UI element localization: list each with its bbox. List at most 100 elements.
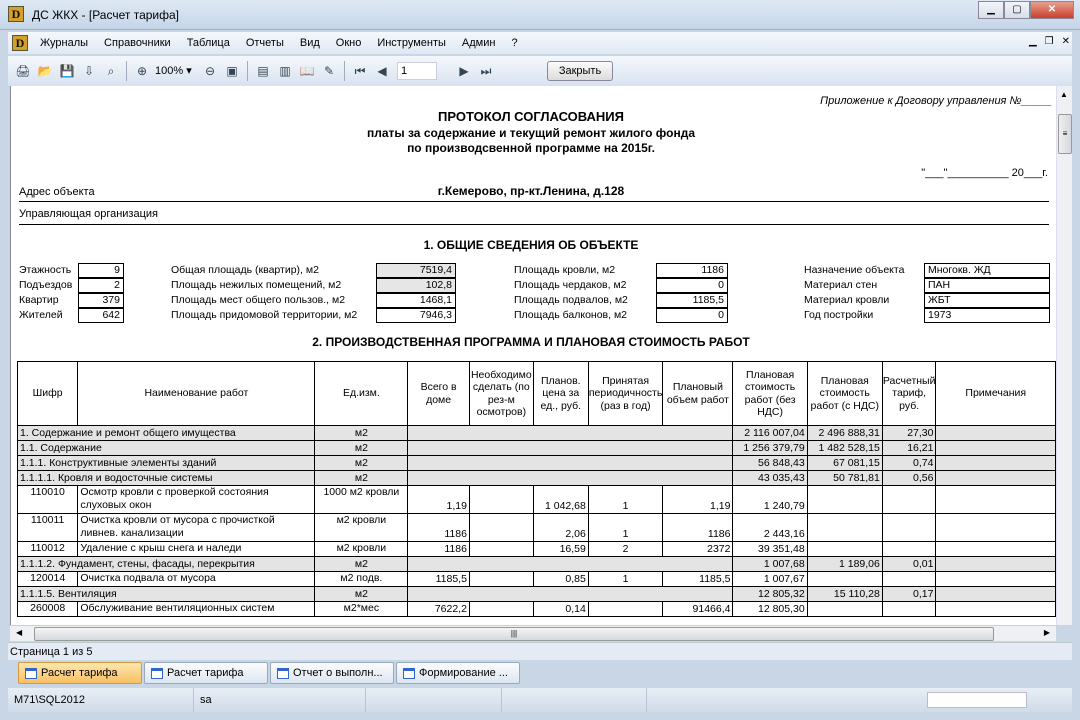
open-icon[interactable]: 📂	[35, 61, 55, 81]
table-cell: 110010	[16, 485, 79, 514]
menu-references[interactable]: Справочники	[96, 37, 179, 49]
export-icon[interactable]: ⇩	[79, 61, 99, 81]
column-header: Плановый объем работ	[662, 361, 734, 426]
scroll-left-icon[interactable]: ◀	[16, 628, 22, 637]
report-preview: Приложение к Договору управления №_____ …	[10, 86, 1056, 625]
prev-page-icon[interactable]: ◀	[372, 61, 392, 81]
table-cell: 7622,2	[407, 601, 470, 617]
zoom-value: 100%	[155, 65, 184, 77]
mdi-minimize-button[interactable]: ▁	[1029, 36, 1037, 47]
info-value: 642	[78, 308, 124, 323]
info-label: Общая площадь (квартир), м2	[171, 264, 319, 276]
table-cell	[587, 601, 664, 617]
menu-tools[interactable]: Инструменты	[369, 37, 454, 49]
menu-window[interactable]: Окно	[328, 37, 370, 49]
table-cell: 16,59	[532, 541, 589, 557]
edit-icon[interactable]: ✎	[319, 61, 339, 81]
info-value: 102,8	[376, 278, 456, 293]
table-cell: Удаление с крыш снега и наледи	[77, 541, 316, 557]
page-view-icon[interactable]: ▣	[222, 61, 242, 81]
menu-view[interactable]: Вид	[292, 37, 328, 49]
table-cell	[935, 541, 1056, 557]
book-icon[interactable]: 📖	[297, 61, 317, 81]
info-value: Многокв. ЖД	[924, 263, 1050, 278]
table-cell: 43 035,43	[732, 470, 808, 486]
toolbar: 🖨 📂 💾 ⇩ ⌕ ⊕ 100% ▾ ⊖ ▣ ▤ ▥ 📖 ✎ ⏮ ◀ 1 ▶ ⏭…	[8, 56, 1072, 86]
table-cell	[935, 470, 1056, 486]
menu-admin[interactable]: Админ	[454, 37, 504, 49]
tab-forming[interactable]: Формирование ...	[396, 662, 520, 684]
tab-label: Расчет тарифа	[167, 667, 244, 679]
table-cell: 1 007,68	[732, 556, 808, 572]
table-cell: 1.1.1. Конструктивные элементы зданий	[16, 455, 316, 471]
table-cell: м2*мес	[314, 601, 409, 617]
table-cell: 120014	[16, 571, 79, 587]
table-cell	[806, 601, 883, 617]
table-cell: 1. Содержание и ремонт общего имущества	[16, 425, 316, 441]
column-header: Необходимо сделать (по рез-м осмотров)	[468, 361, 534, 426]
tab-tariff-calc[interactable]: Расчет тарифа	[144, 662, 268, 684]
table-cell	[468, 485, 534, 514]
menu-reports[interactable]: Отчеты	[238, 37, 292, 49]
horizontal-scroll-thumb[interactable]: |||	[34, 627, 994, 641]
table-cell: 12 805,30	[732, 601, 808, 617]
appendix-text: Приложение к Договору управления №_____	[820, 95, 1052, 107]
menu-help[interactable]: ?	[503, 37, 525, 49]
server-status: M71\SQL2012	[8, 688, 194, 712]
print-icon[interactable]: 🖨	[13, 61, 33, 81]
table-cell: 1	[587, 513, 664, 542]
zoom-in-icon[interactable]: ⊕	[132, 61, 152, 81]
table-cell: 2	[587, 541, 664, 557]
zoom-out-icon[interactable]: ⊖	[200, 61, 220, 81]
column-header: Ед.изм.	[314, 361, 409, 426]
vertical-scrollbar[interactable]: ▲ ≡	[1056, 86, 1072, 625]
table-cell	[407, 586, 734, 602]
table-cell: 1	[587, 485, 664, 514]
mdi-close-button[interactable]: ✕	[1062, 36, 1070, 47]
close-button[interactable]: Закрыть	[547, 61, 613, 81]
group-row: 1.1. Содержание м2 1 256 379,79 1 482 528,1…	[16, 440, 1056, 456]
first-page-icon[interactable]: ⏮	[350, 61, 370, 81]
table-cell: 1,19	[662, 485, 734, 514]
last-page-icon[interactable]: ⏭	[476, 61, 496, 81]
table-cell: 91466,4	[662, 601, 734, 617]
zoom-select[interactable]: 100% ▾	[153, 62, 199, 80]
close-window-button[interactable]: ✕	[1030, 1, 1074, 19]
tab-execution-report[interactable]: Отчет о выполн...	[270, 662, 394, 684]
table-cell: 260008	[16, 601, 79, 617]
multi-page-icon[interactable]: ▥	[275, 61, 295, 81]
status-cell	[647, 688, 927, 712]
group-row: 1.1.1. Конструктивные элементы зданий м2 5…	[16, 455, 1056, 471]
page-number-input[interactable]: 1	[397, 62, 437, 80]
info-label: Площадь балконов, м2	[514, 309, 628, 321]
info-label: Год постройки	[804, 309, 874, 321]
table-cell: 1.1.1.5. Вентиляция	[16, 586, 316, 602]
table-cell	[935, 485, 1056, 514]
divider	[19, 201, 1049, 202]
next-page-icon[interactable]: ▶	[454, 61, 474, 81]
table-cell: м2	[314, 586, 409, 602]
maximize-button[interactable]: ▢	[1004, 1, 1030, 19]
tab-tariff-calc-active[interactable]: Расчет тарифа	[18, 662, 142, 684]
table-row: 120014 Очистка подвала от мусора м2 подв. 1…	[16, 571, 1056, 587]
table-cell	[407, 556, 734, 572]
vertical-scroll-thumb[interactable]: ≡	[1058, 114, 1072, 154]
table-cell	[935, 425, 1056, 441]
window-title: ДС ЖКХ - [Расчет тарифа]	[32, 8, 179, 22]
horizontal-scrollbar[interactable]: ◀ ||| ▶	[10, 625, 1056, 641]
table-cell	[881, 601, 937, 617]
column-header: Всего в доме	[407, 361, 470, 426]
mdi-restore-button[interactable]: ❐	[1045, 36, 1054, 47]
one-page-icon[interactable]: ▤	[253, 61, 273, 81]
find-icon[interactable]: ⌕	[101, 61, 121, 81]
scroll-up-icon[interactable]: ▲	[1060, 90, 1068, 99]
table-cell	[935, 513, 1056, 542]
column-header: Расчетный тариф, руб.	[881, 361, 937, 426]
works-table: Шифр Наименование работ Ед.изм. Всего в дом…	[16, 361, 1056, 617]
save-icon[interactable]: 💾	[57, 61, 77, 81]
menu-journals[interactable]: Журналы	[32, 37, 96, 49]
menu-table[interactable]: Таблица	[179, 37, 238, 49]
scroll-right-icon[interactable]: ▶	[1044, 628, 1050, 637]
mdi-logo-icon: D	[12, 35, 28, 51]
minimize-button[interactable]: ▁	[978, 1, 1004, 19]
